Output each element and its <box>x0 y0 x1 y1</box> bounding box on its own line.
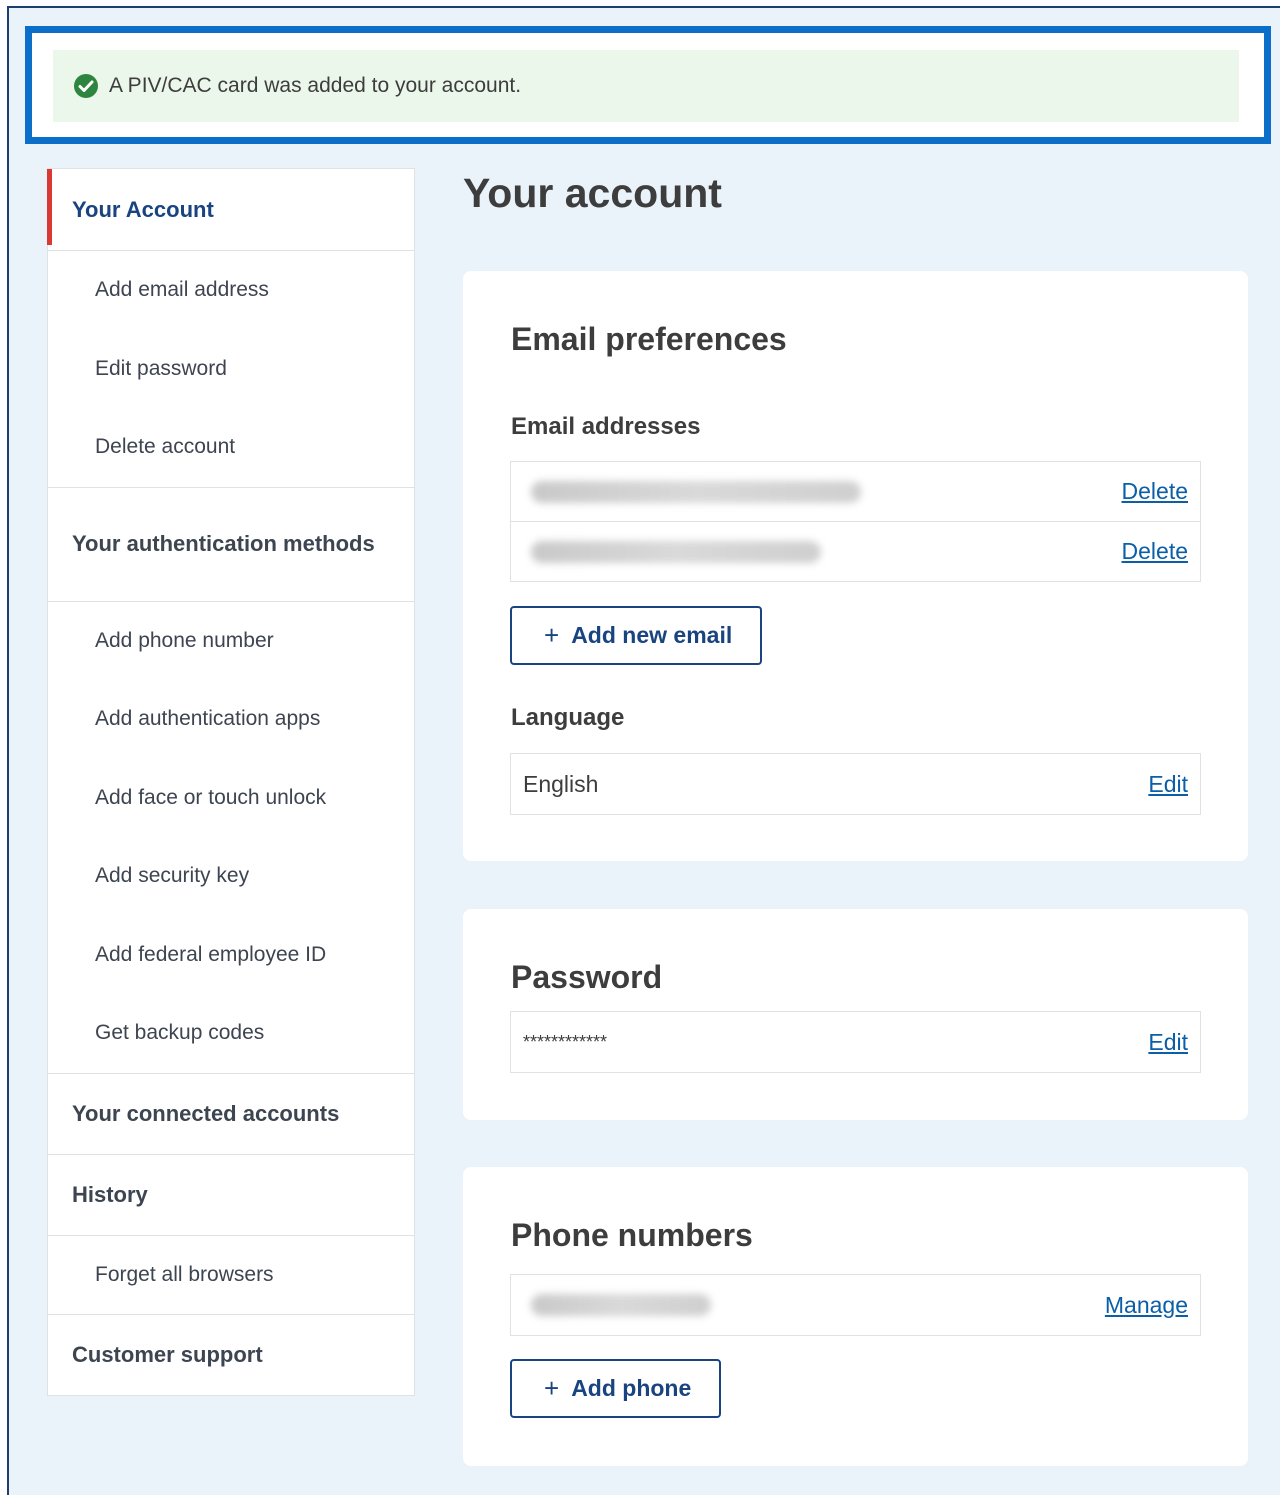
add-email-label: Add new email <box>571 622 733 648</box>
email-row: Delete <box>510 522 1201 582</box>
sidebar-item-history[interactable]: History <box>48 1155 414 1236</box>
account-subnav: Add email address Edit password Delete a… <box>48 251 414 488</box>
sidebar-item-add-security-key[interactable]: Add security key <box>48 837 414 916</box>
phone-row: Manage <box>510 1274 1201 1336</box>
email-addresses-heading: Email addresses <box>511 413 701 440</box>
email-preferences-heading: Email preferences <box>511 321 787 357</box>
delete-email-link[interactable]: Delete <box>1122 478 1188 505</box>
alert-message: A PIV/CAC card was added to your account… <box>109 74 522 97</box>
sidebar-item-add-auth-apps[interactable]: Add authentication apps <box>48 680 414 759</box>
success-alert: A PIV/CAC card was added to your account… <box>53 50 1239 122</box>
language-heading: Language <box>511 704 625 731</box>
check-circle-icon <box>73 73 99 99</box>
edit-password-link[interactable]: Edit <box>1148 1029 1188 1056</box>
email-row: Delete <box>510 461 1201 522</box>
password-card: Password ************ Edit <box>463 909 1248 1120</box>
sidebar-item-your-account[interactable]: Your Account <box>47 169 414 251</box>
redacted-email <box>531 480 861 503</box>
email-preferences-card: Email preferences Email addresses Delete… <box>463 271 1248 861</box>
masked-password: ************ <box>523 1031 608 1052</box>
add-phone-button[interactable]: + Add phone <box>510 1359 722 1418</box>
language-value: English <box>523 770 599 797</box>
sidebar-item-label: Your authentication methods <box>72 531 375 556</box>
sidebar-item-add-phone[interactable]: Add phone number <box>48 602 414 681</box>
phone-numbers-card: Phone numbers Manage + Add phone <box>463 1167 1248 1466</box>
sidebar-item-auth-methods[interactable]: Your authentication methods <box>48 488 414 602</box>
language-row: English Edit <box>510 753 1201 815</box>
add-email-button[interactable]: + Add new email <box>510 606 763 665</box>
sidebar-item-edit-password[interactable]: Edit password <box>48 330 414 409</box>
alert-outline: A PIV/CAC card was added to your account… <box>25 26 1271 144</box>
phone-numbers-heading: Phone numbers <box>511 1217 753 1253</box>
sidebar-item-add-email[interactable]: Add email address <box>48 251 414 330</box>
password-row: ************ Edit <box>510 1011 1201 1073</box>
sidebar-item-delete-account[interactable]: Delete account <box>48 408 414 487</box>
delete-email-link[interactable]: Delete <box>1122 538 1188 565</box>
side-navigation: Your Account Add email address Edit pass… <box>47 168 415 1396</box>
edit-language-link[interactable]: Edit <box>1148 771 1188 798</box>
plus-icon: + <box>544 1373 560 1403</box>
sidebar-item-backup-codes[interactable]: Get backup codes <box>48 994 414 1073</box>
history-subnav: Forget all browsers <box>48 1236 414 1315</box>
redacted-email <box>531 540 821 563</box>
sidebar-item-connected-accounts[interactable]: Your connected accounts <box>48 1074 414 1155</box>
auth-subnav: Add phone number Add authentication apps… <box>48 602 414 1074</box>
redacted-phone <box>531 1294 711 1316</box>
manage-phone-link[interactable]: Manage <box>1105 1292 1188 1319</box>
sidebar-item-add-piv-cac[interactable]: Add federal employee ID <box>48 916 414 995</box>
sidebar-item-add-face-unlock[interactable]: Add face or touch unlock <box>48 759 414 838</box>
add-phone-label: Add phone <box>571 1375 692 1401</box>
page-title: Your account <box>463 170 722 216</box>
sidebar-item-customer-support[interactable]: Customer support <box>48 1315 414 1395</box>
sidebar-item-forget-browsers[interactable]: Forget all browsers <box>48 1236 414 1315</box>
plus-icon: + <box>544 620 560 650</box>
password-heading: Password <box>511 959 663 995</box>
